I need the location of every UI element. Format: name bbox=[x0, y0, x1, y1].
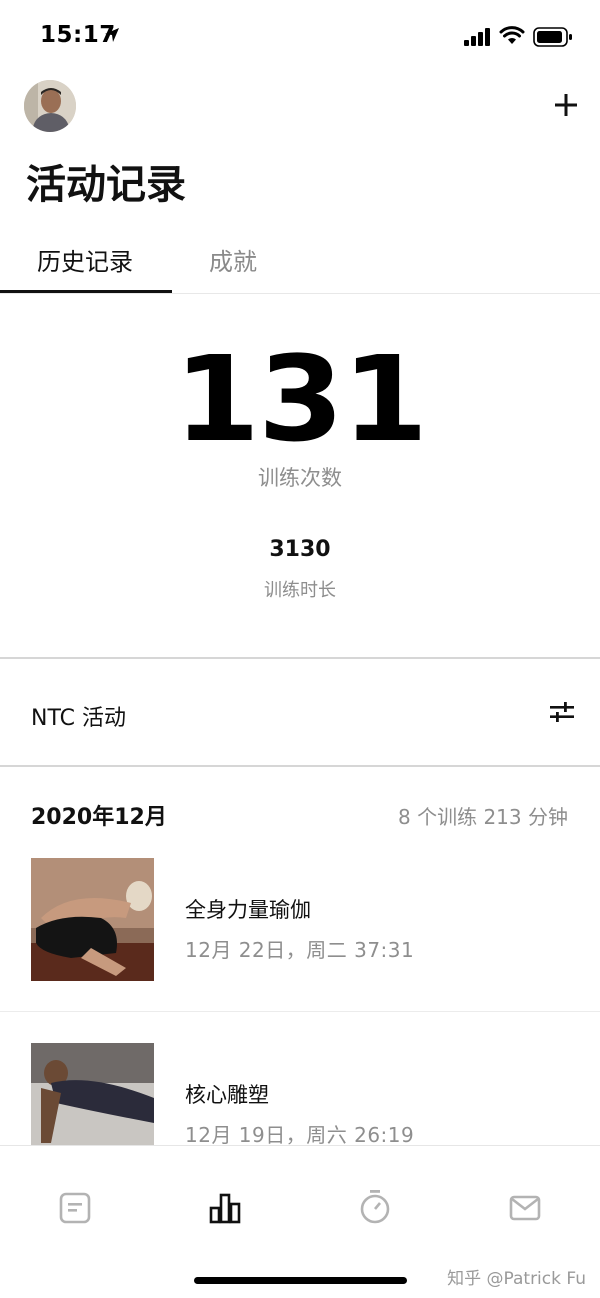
stopwatch-icon[interactable] bbox=[359, 1188, 391, 1224]
workout-count-value: 131 bbox=[173, 330, 428, 468]
activity-icon[interactable] bbox=[209, 1192, 241, 1224]
avatar[interactable] bbox=[24, 80, 76, 132]
workout-thumbnail bbox=[31, 858, 154, 981]
section-divider bbox=[0, 657, 600, 659]
workout-name: 全身力量瑜伽 bbox=[185, 898, 311, 922]
month-summary: 8 个训练 213 分钟 bbox=[398, 805, 568, 829]
workout-meta: 12月 19日，周六 26:19 bbox=[185, 1123, 415, 1147]
feed-icon[interactable] bbox=[59, 1192, 91, 1224]
wifi-icon bbox=[499, 26, 525, 44]
list-separator bbox=[0, 1011, 600, 1012]
watermark: 知乎 @Patrick Fu bbox=[447, 1269, 586, 1289]
bottom-tab-bar: 知乎 @Patrick Fu bbox=[0, 1145, 600, 1298]
tab-achievements[interactable]: 成就 bbox=[209, 242, 257, 277]
tab-history[interactable]: 历史记录 bbox=[37, 242, 133, 277]
workout-count-label: 训练次数 bbox=[258, 466, 342, 490]
workout-duration-label: 训练时长 bbox=[264, 580, 336, 601]
battery-icon bbox=[533, 27, 572, 47]
workout-duration-value: 3130 bbox=[269, 537, 331, 562]
active-tab-indicator bbox=[0, 290, 172, 293]
inbox-icon[interactable] bbox=[509, 1192, 541, 1224]
page-title: 活动记录 bbox=[26, 162, 186, 208]
month-title: 2020年12月 bbox=[31, 805, 167, 830]
filter-icon[interactable] bbox=[549, 700, 575, 724]
workout-meta: 12月 22日，周二 37:31 bbox=[185, 938, 415, 962]
tab-bar: 历史记录 成就 bbox=[0, 226, 600, 294]
cellular-signal-icon bbox=[464, 28, 490, 46]
activity-section-label: NTC 活动 bbox=[31, 706, 126, 731]
location-arrow-icon bbox=[105, 28, 119, 42]
workout-name: 核心雕塑 bbox=[185, 1083, 269, 1107]
status-bar: 15:17 bbox=[0, 0, 600, 70]
section-divider bbox=[0, 765, 600, 767]
home-indicator bbox=[194, 1277, 407, 1284]
add-icon[interactable] bbox=[554, 93, 578, 117]
avatar-image bbox=[24, 80, 76, 132]
